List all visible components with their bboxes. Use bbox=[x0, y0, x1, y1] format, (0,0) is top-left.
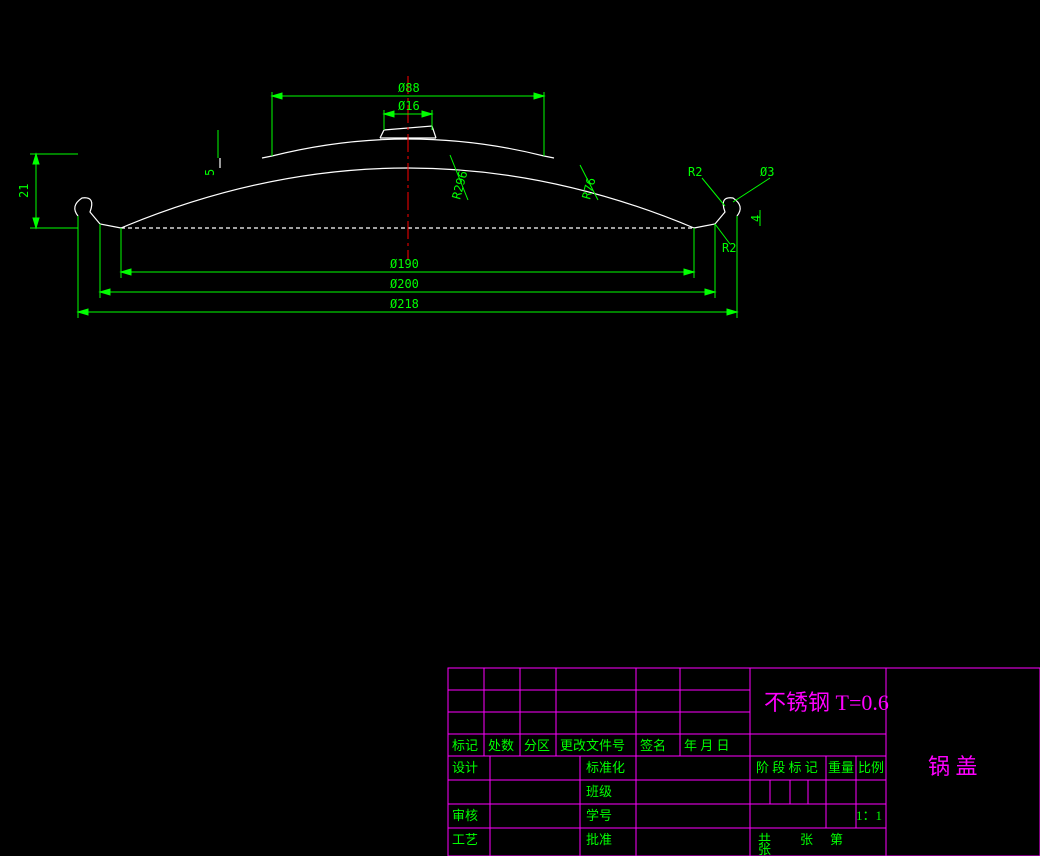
dim-d218: Ø218 bbox=[390, 297, 419, 311]
dim-r2a: R2 bbox=[688, 165, 702, 179]
tb-standard: 标准化 bbox=[586, 760, 625, 775]
dim-d200: Ø200 bbox=[390, 277, 419, 291]
tb-sheet2: 第 bbox=[830, 832, 843, 847]
tb-design: 设计 bbox=[452, 760, 478, 775]
dim-d16: Ø16 bbox=[398, 99, 420, 113]
dim-r76: R76 bbox=[579, 176, 598, 201]
tb-scale: 比例 bbox=[858, 760, 884, 775]
tb-review: 审核 bbox=[452, 808, 478, 823]
tb-studentid: 学号 bbox=[586, 808, 612, 823]
dim-h21: 21 bbox=[17, 184, 31, 198]
tb-qty: 处数 bbox=[488, 738, 514, 753]
dim-r296: R296 bbox=[449, 169, 470, 201]
tb-sign: 签名 bbox=[640, 738, 666, 753]
tb-stage: 阶 段 标 记 bbox=[756, 760, 818, 775]
tb-date: 年 月 日 bbox=[684, 738, 730, 753]
tb-weight: 重量 bbox=[828, 760, 854, 775]
dim-r2b: R2 bbox=[722, 241, 736, 255]
tb-mark: 标记 bbox=[452, 738, 478, 753]
tb-class: 班级 bbox=[586, 784, 612, 799]
tb-material: 不锈钢 T=0.6 bbox=[764, 690, 889, 715]
dim-d190: Ø190 bbox=[390, 257, 419, 271]
tb-zone: 分区 bbox=[524, 738, 550, 753]
tb-sheet3: 张 bbox=[758, 842, 771, 856]
tb-scale-v: 1：1 bbox=[856, 808, 882, 823]
dim-d3: Ø3 bbox=[760, 165, 774, 179]
tb-part-name: 锅 盖 bbox=[928, 754, 978, 779]
dim-h4: 4 bbox=[749, 215, 763, 222]
dim-d88: Ø88 bbox=[398, 81, 420, 95]
dimension-texts: Ø88 Ø16 R296 R76 R2 R2 Ø3 4 21 5 Ø190 Ø2… bbox=[17, 81, 774, 311]
tb-sheet: 张 bbox=[800, 832, 813, 847]
tb-change: 更改文件号 bbox=[560, 738, 625, 753]
tb-approve: 批准 bbox=[586, 832, 612, 847]
dim-h5: 5 bbox=[203, 169, 217, 176]
tb-process: 工艺 bbox=[452, 832, 478, 847]
cad-drawing-canvas: Ø88 Ø16 R296 R76 R2 R2 Ø3 4 21 5 Ø190 Ø2… bbox=[0, 0, 1040, 856]
title-block: 不锈钢 T=0.6 锅 盖 标记 处数 分区 更改文件号 签名 年 月 日 设计… bbox=[448, 668, 1040, 856]
